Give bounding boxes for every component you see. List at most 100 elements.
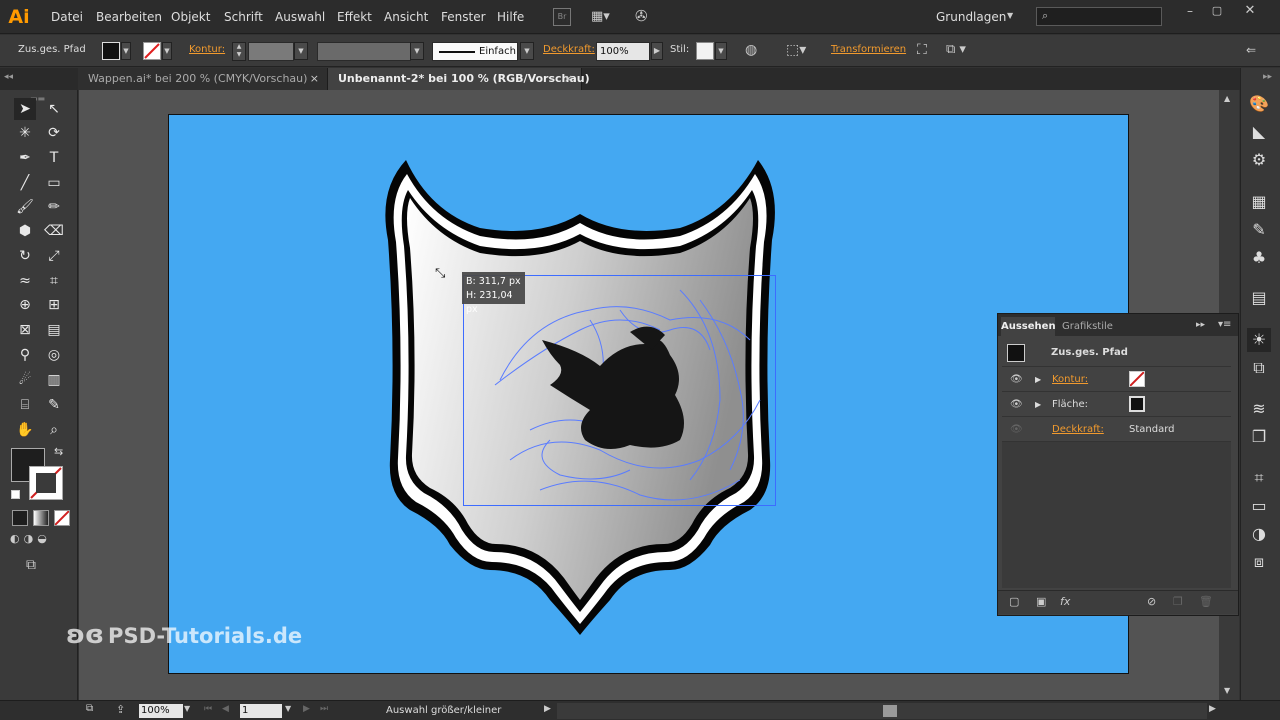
appearance-row-kontur[interactable]: 👁 ▶ Kontur: xyxy=(1002,367,1231,392)
first-artboard-icon[interactable]: ⏮ xyxy=(204,704,212,714)
expand-triangle-icon[interactable]: ▶ xyxy=(1035,392,1041,417)
menu-bearbeiten[interactable]: Bearbeiten xyxy=(96,10,162,24)
stroke-weight-dropdown[interactable]: ▼ xyxy=(294,42,308,60)
stroke-color-box[interactable] xyxy=(29,466,63,500)
tab-wappen[interactable]: Wappen.ai* bei 200 % (CMYK/Vorschau) × xyxy=(78,68,328,90)
graphic-style-swatch[interactable] xyxy=(696,42,714,60)
deckkraft-label[interactable]: Deckkraft: xyxy=(1052,417,1104,442)
blob-brush-tool-icon[interactable]: ⬢ xyxy=(14,220,36,242)
appearance-row-flaeche[interactable]: 👁 ▶ Fläche: xyxy=(1002,392,1231,417)
swatches-icon[interactable]: ▦ xyxy=(1247,190,1271,214)
gradient-tool-icon[interactable]: ▤ xyxy=(43,319,65,341)
zoom-tool-icon[interactable]: ⌕ xyxy=(43,419,65,441)
color-mode-icon[interactable] xyxy=(12,510,28,526)
lasso-tool-icon[interactable]: ⟳ xyxy=(43,122,65,144)
maximize-button[interactable]: ▢ xyxy=(1207,4,1227,20)
gradient-mode-icon[interactable] xyxy=(33,510,49,526)
paintbrush-tool-icon[interactable]: 🖌 xyxy=(14,196,36,218)
line-tool-icon[interactable]: ╱ xyxy=(14,172,36,194)
scroll-right-icon[interactable]: ▶ xyxy=(1209,704,1216,714)
symbols-icon[interactable]: ♣ xyxy=(1247,246,1271,270)
profile-dropdown[interactable]: ▼ xyxy=(410,42,424,60)
stroke-swatch[interactable] xyxy=(143,42,161,60)
eye-icon[interactable]: 👁 xyxy=(1010,392,1023,417)
chevron-down-icon[interactable]: ▼ xyxy=(1007,11,1013,20)
drawing-modes-icon[interactable]: ◐◑◒ xyxy=(10,532,70,548)
arrange-documents-icon[interactable]: ▦▾ xyxy=(591,9,617,25)
clear-appearance-icon[interactable]: ⊘ xyxy=(1147,595,1156,608)
tab-grafikstile[interactable]: Grafikstile xyxy=(1062,317,1113,336)
search-input[interactable]: ⌕ xyxy=(1036,7,1162,26)
duplicate-item-icon[interactable]: ❐ xyxy=(1173,595,1183,608)
rectangle-tool-icon[interactable]: ▭ xyxy=(43,172,65,194)
default-colors-icon[interactable] xyxy=(11,490,20,499)
panel-collapse-icon[interactable]: ▸▸ xyxy=(1196,320,1205,330)
fx-button[interactable]: fx xyxy=(1060,595,1070,608)
menu-effekt[interactable]: Effekt xyxy=(337,10,372,24)
stroke-style-select[interactable]: Einfach xyxy=(432,42,518,61)
free-transform-tool-icon[interactable]: ⌗ xyxy=(43,270,65,292)
add-fill-icon[interactable]: ▣ xyxy=(1036,595,1046,608)
next-artboard-icon[interactable]: ▶ xyxy=(303,704,310,714)
screen-mode-icon[interactable]: ⧉ xyxy=(26,557,52,575)
align-panel-icon[interactable]: ▭ xyxy=(1247,494,1271,518)
workspace-switcher[interactable]: Grundlagen xyxy=(936,10,1006,24)
eyedropper-tool-icon[interactable]: ⚲ xyxy=(14,344,36,366)
transform-panel-icon[interactable]: ⌗ xyxy=(1247,466,1271,490)
eraser-tool-icon[interactable]: ⌫ xyxy=(43,220,65,242)
isolate-object-icon[interactable]: ⛶ xyxy=(917,42,935,60)
align-icon[interactable]: ⬚▾ xyxy=(786,42,812,60)
menu-datei[interactable]: Datei xyxy=(51,10,83,24)
variable-width-profile[interactable] xyxy=(317,42,411,61)
stroke-weight-input[interactable] xyxy=(248,42,294,61)
dock-expand-icon[interactable]: ▸▸ xyxy=(1263,72,1272,82)
last-artboard-icon[interactable]: ⏭ xyxy=(320,704,328,714)
type-tool-icon[interactable]: T xyxy=(43,147,65,169)
color-guide-icon[interactable]: ◣ xyxy=(1247,120,1271,144)
add-stroke-icon[interactable]: ▢ xyxy=(1009,595,1019,608)
tab-aussehen[interactable]: Aussehen xyxy=(1001,317,1056,336)
stroke-label[interactable]: Kontur: xyxy=(189,44,225,55)
pencil-tool-icon[interactable]: ✏ xyxy=(43,196,65,218)
tab-close-icon[interactable]: × xyxy=(564,68,573,90)
menu-auswahl[interactable]: Auswahl xyxy=(275,10,325,24)
horizontal-scrollbar[interactable] xyxy=(557,703,1207,719)
gradient-panel-icon[interactable]: ▤ xyxy=(1247,286,1271,310)
zoom-dropdown-icon[interactable]: ▼ xyxy=(184,704,190,713)
fill-swatch[interactable] xyxy=(102,42,120,60)
appearance-panel-icon[interactable]: ☀ xyxy=(1247,328,1271,352)
export-icon[interactable]: ⇪ xyxy=(116,703,125,716)
panel-menu-icon[interactable]: ⇐ xyxy=(1246,43,1266,59)
menu-hilfe[interactable]: Hilfe xyxy=(497,10,524,24)
shape-builder-tool-icon[interactable]: ⊕ xyxy=(14,294,36,316)
menu-schrift[interactable]: Schrift xyxy=(224,10,263,24)
flaeche-swatch[interactable] xyxy=(1129,396,1145,412)
envelope-distort-icon[interactable]: ⧉ ▾ xyxy=(946,42,976,60)
kontur-swatch[interactable] xyxy=(1129,371,1145,387)
tab-unbenannt[interactable]: Unbenannt-2* bei 100 % (RGB/Vorschau) × xyxy=(328,68,590,90)
artboard-dropdown-icon[interactable]: ▼ xyxy=(285,704,291,713)
mesh-tool-icon[interactable]: ⊠ xyxy=(14,319,36,341)
magic-wand-tool-icon[interactable]: ✳ xyxy=(14,122,36,144)
kuler-icon[interactable]: ⚙ xyxy=(1247,148,1271,172)
scroll-up-icon[interactable]: ▲ xyxy=(1224,94,1230,103)
expand-triangle-icon[interactable]: ▶ xyxy=(1035,367,1041,392)
menu-fenster[interactable]: Fenster xyxy=(441,10,486,24)
fill-dropdown[interactable]: ▼ xyxy=(121,42,131,60)
stroke-style-dropdown[interactable]: ▼ xyxy=(520,42,534,60)
opacity-label[interactable]: Deckkraft: xyxy=(543,44,595,55)
eye-icon[interactable]: 👁 xyxy=(1010,367,1023,392)
bridge-button[interactable]: Br xyxy=(553,8,571,26)
graphic-style-dropdown[interactable]: ▼ xyxy=(715,42,727,60)
pathfinder-icon[interactable]: ◑ xyxy=(1247,522,1271,546)
pen-tool-icon[interactable]: ✒ xyxy=(14,147,36,169)
width-tool-icon[interactable]: ≈ xyxy=(14,270,36,292)
opacity-input[interactable]: 100% xyxy=(596,42,650,61)
perspective-grid-tool-icon[interactable]: ⊞ xyxy=(43,294,65,316)
layers-icon[interactable]: ≋ xyxy=(1247,397,1271,421)
panel-flyout-menu-icon[interactable]: ▾≡ xyxy=(1218,319,1231,330)
hand-tool-icon[interactable]: ✋ xyxy=(14,419,36,441)
transform-link[interactable]: Transformieren xyxy=(831,44,906,55)
scale-tool-icon[interactable]: ⤢ xyxy=(43,245,65,267)
status-menu-icon[interactable]: ▶ xyxy=(544,704,551,714)
